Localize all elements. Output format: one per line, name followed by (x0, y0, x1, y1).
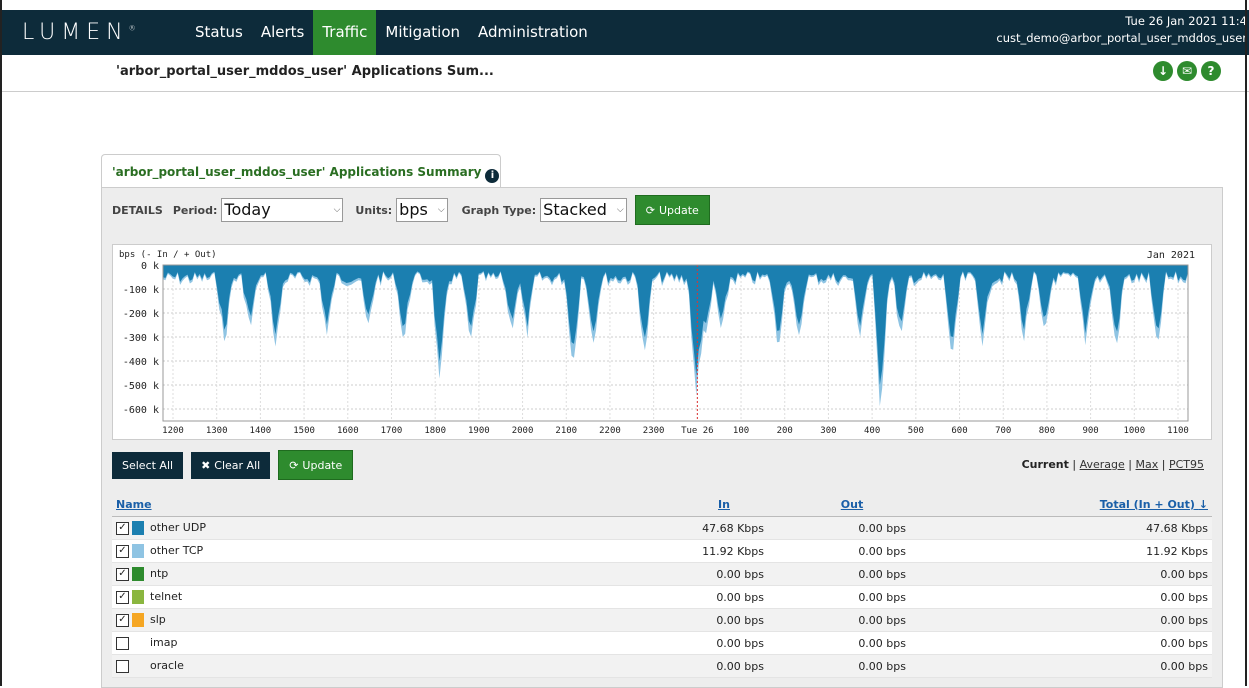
window-frame (0, 0, 1247, 686)
